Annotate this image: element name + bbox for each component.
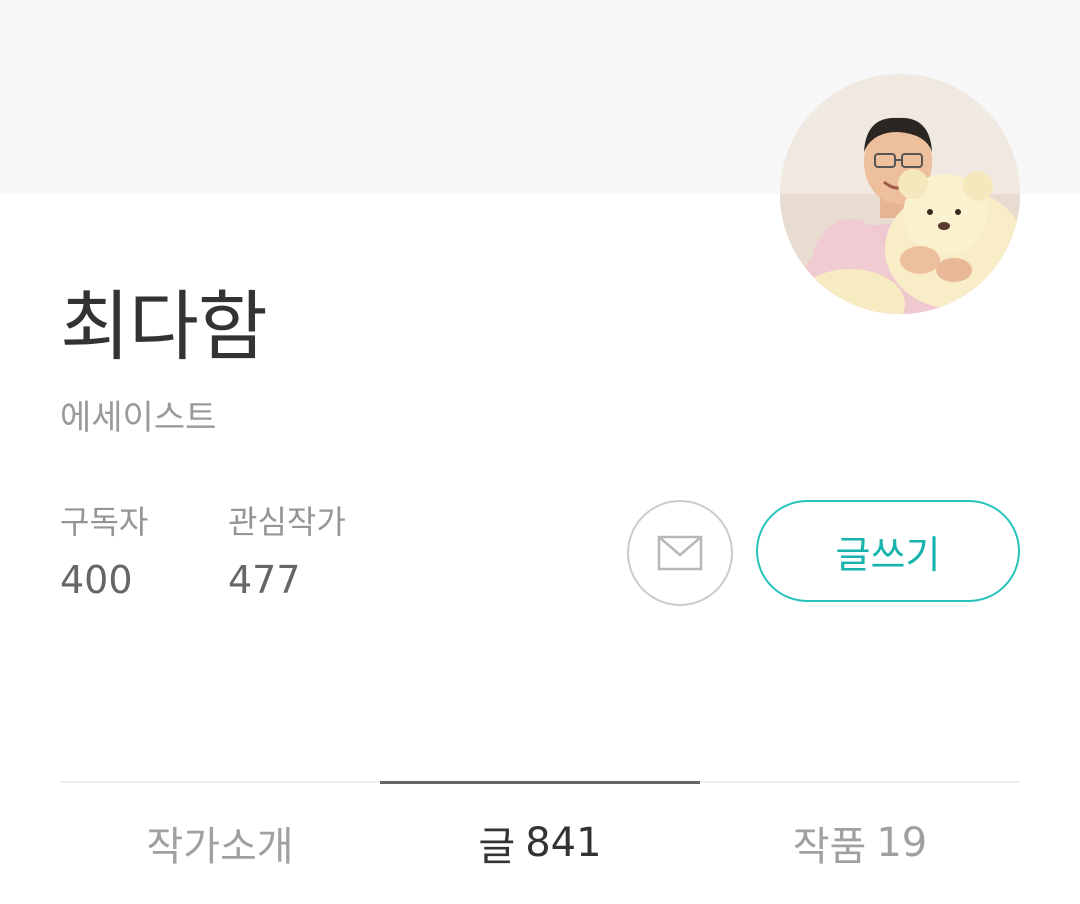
tab-posts-count: 841 [525, 819, 602, 866]
avatar[interactable] [780, 74, 1020, 314]
profile-tabs: 작가소개 글 841 작품 19 [60, 781, 1020, 904]
write-button[interactable]: 글쓰기 [756, 500, 1020, 602]
tab-works-label: 작품 [792, 823, 867, 870]
author-name: 최다함 [60, 282, 268, 371]
tab-works-count: 19 [876, 819, 928, 866]
subscribers-stat[interactable]: 구독자 400 [60, 500, 148, 606]
subscribers-count: 400 [60, 558, 133, 602]
tab-author-intro[interactable]: 작가소개 [60, 783, 380, 904]
subscribers-label: 구독자 [60, 503, 149, 541]
message-button[interactable] [627, 500, 733, 606]
following-stat[interactable]: 관심작가 477 [228, 500, 346, 606]
tab-works[interactable]: 작품 19 [700, 783, 1020, 904]
envelope-icon [657, 535, 703, 571]
following-label: 관심작가 [228, 503, 346, 541]
author-job: 에세이스트 [60, 398, 217, 438]
tab-posts[interactable]: 글 841 [380, 781, 700, 904]
tab-author-intro-label: 작가소개 [146, 823, 294, 870]
following-count: 477 [228, 558, 301, 602]
author-profile-page: 최다함 에세이스트 구독자 400 관심작가 477 글쓰기 작가소개 글 84… [0, 0, 1080, 904]
avatar-photo [780, 74, 1020, 314]
tab-posts-label: 글 [478, 823, 516, 870]
